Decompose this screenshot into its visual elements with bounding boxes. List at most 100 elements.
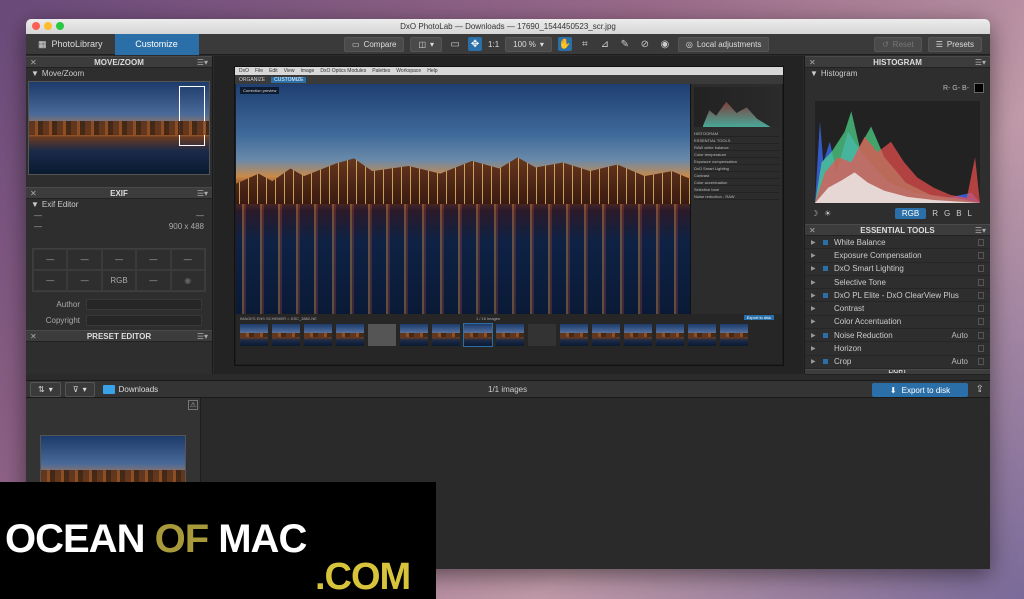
local-adjustments-button[interactable]: ◎ Local adjustments: [677, 36, 770, 52]
close-icon[interactable]: ✕: [30, 58, 37, 67]
triangle-right-icon[interactable]: ▶: [811, 318, 821, 325]
reset-button[interactable]: ↺ Reset: [874, 36, 922, 52]
tool-row[interactable]: ▶ Exposure Compensation: [805, 249, 990, 263]
tool-enable-checkbox[interactable]: [821, 252, 829, 259]
tool-preset-icon[interactable]: [978, 345, 984, 353]
triangle-right-icon[interactable]: ▶: [811, 279, 821, 286]
tool-preset-icon[interactable]: [978, 318, 984, 326]
filter-dropdown[interactable]: ⊽ ▾: [64, 381, 95, 397]
triangle-right-icon[interactable]: ▶: [811, 292, 821, 299]
eye-icon[interactable]: ◉: [658, 37, 672, 51]
zoom-one-label[interactable]: 1:1: [488, 40, 499, 49]
split-view-dropdown[interactable]: ◫ ▾: [410, 36, 443, 52]
tab-customize[interactable]: Customize: [114, 33, 199, 55]
tool-enable-checkbox[interactable]: [821, 332, 829, 339]
channel-r-button[interactable]: R: [932, 209, 938, 218]
triangle-right-icon[interactable]: ▶: [811, 252, 821, 259]
close-icon[interactable]: ✕: [30, 332, 37, 341]
channel-b-button[interactable]: B: [956, 209, 961, 218]
panel-menu-icon[interactable]: ☰▾: [975, 226, 986, 235]
tool-preset-icon[interactable]: [978, 331, 984, 339]
tab-photolibrary[interactable]: ▦ PhotoLibrary: [26, 34, 115, 55]
export-to-disk-button[interactable]: ⬇ Export to disk: [872, 383, 968, 397]
tool-enable-checkbox[interactable]: [821, 239, 829, 246]
panel-menu-icon[interactable]: ☰▾: [197, 189, 208, 198]
histogram-subheader[interactable]: ▼ Histogram: [805, 68, 990, 79]
inner-thumb: [432, 324, 460, 346]
tool-row[interactable]: ▶ Noise Reduction Auto: [805, 329, 990, 343]
tab-customize-label: Customize: [135, 39, 178, 49]
tool-enable-checkbox[interactable]: [821, 265, 829, 272]
move-zoom-subheader[interactable]: ▼ Move/Zoom: [26, 68, 212, 79]
tool-preset-icon[interactable]: [978, 265, 984, 273]
panel-menu-icon[interactable]: ☰▾: [197, 58, 208, 67]
crop-icon[interactable]: ⌗: [578, 37, 592, 51]
triangle-right-icon[interactable]: ▶: [811, 239, 821, 246]
minimize-window-button[interactable]: [44, 22, 52, 30]
channel-rgb-button[interactable]: RGB: [894, 208, 927, 219]
inner-thumb: [272, 324, 300, 346]
close-icon[interactable]: ✕: [809, 58, 816, 67]
navigator-preview[interactable]: [28, 81, 210, 175]
highlight-clip-icon[interactable]: ☀: [824, 209, 831, 218]
tool-enable-checkbox[interactable]: [821, 305, 829, 312]
tool-preset-icon[interactable]: [978, 358, 984, 366]
tool-enable-checkbox[interactable]: [821, 279, 829, 286]
zoom-dropdown[interactable]: 100 % ▾: [505, 36, 552, 52]
inner-export-button: Export to disk: [743, 315, 774, 320]
panel-menu-icon[interactable]: ☰▾: [197, 332, 208, 341]
copyright-field[interactable]: [86, 314, 202, 326]
tool-preset-icon[interactable]: [978, 251, 984, 259]
preset-editor-header[interactable]: ✕ PRESET EDITOR ☰▾: [26, 330, 212, 342]
triangle-right-icon[interactable]: ▶: [811, 305, 821, 312]
eyedropper-icon[interactable]: ✎: [618, 37, 632, 51]
folder-breadcrumb[interactable]: Downloads: [102, 384, 158, 394]
tool-row[interactable]: ▶ Selective Tone: [805, 276, 990, 290]
move-zoom-header[interactable]: ✕ MOVE/ZOOM ☰▾: [26, 56, 212, 68]
presets-button[interactable]: ☰ Presets: [927, 36, 982, 52]
tool-row[interactable]: ▶ DxO PL Elite - DxO ClearView Plus: [805, 289, 990, 303]
close-window-button[interactable]: [32, 22, 40, 30]
horizon-icon[interactable]: ⊿: [598, 37, 612, 51]
panel-menu-icon[interactable]: ☰▾: [975, 58, 986, 67]
tool-enable-checkbox[interactable]: [821, 292, 829, 299]
repair-icon[interactable]: ⊘: [638, 37, 652, 51]
tool-preset-icon[interactable]: [978, 238, 984, 246]
tool-row[interactable]: ▶ DxO Smart Lighting: [805, 263, 990, 276]
tool-row[interactable]: ▶ Contrast: [805, 302, 990, 316]
triangle-right-icon[interactable]: ▶: [811, 332, 821, 339]
share-icon[interactable]: ⇪: [976, 384, 984, 395]
tool-row[interactable]: ▶ Crop Auto: [805, 356, 990, 369]
exif-header[interactable]: ✕ EXIF ☰▾: [26, 187, 212, 199]
light-header[interactable]: LIGHT: [805, 368, 990, 375]
zoom-window-button[interactable]: [56, 22, 64, 30]
close-icon[interactable]: ✕: [809, 226, 816, 235]
channel-l-button[interactable]: L: [968, 209, 972, 218]
compare-button[interactable]: ▭ Compare: [344, 36, 405, 52]
triangle-right-icon[interactable]: ▶: [811, 265, 821, 272]
image-viewer[interactable]: DxO File Edit View Image DxO Optics Modu…: [214, 56, 803, 374]
triangle-right-icon[interactable]: ▶: [811, 345, 821, 352]
tool-preset-icon[interactable]: [978, 305, 984, 313]
histogram-header[interactable]: ✕ HISTOGRAM ☰▾: [805, 56, 990, 68]
tool-row[interactable]: ▶ White Balance: [805, 236, 990, 250]
tool-enable-checkbox[interactable]: [821, 318, 829, 325]
fit-screen-icon[interactable]: ▭: [448, 37, 462, 51]
shadow-clip-icon[interactable]: ☽: [811, 209, 818, 218]
hand-tool-icon[interactable]: ✋: [557, 37, 572, 51]
triangle-right-icon[interactable]: ▶: [811, 358, 821, 365]
sort-dropdown[interactable]: ⇅ ▾: [30, 381, 61, 397]
exif-subheader[interactable]: ▼ Exif Editor: [26, 199, 212, 210]
move-icon[interactable]: ✥: [468, 37, 483, 51]
tool-row[interactable]: ▶ Color Accentuation: [805, 316, 990, 330]
tool-preset-icon[interactable]: [978, 278, 984, 286]
essential-tools-header[interactable]: ✕ ESSENTIAL TOOLS ☰▾: [805, 224, 990, 236]
navigator-viewport[interactable]: [179, 86, 205, 146]
channel-g-button[interactable]: G: [944, 209, 950, 218]
tool-enable-checkbox[interactable]: [821, 358, 829, 365]
author-field[interactable]: [86, 298, 202, 310]
tool-row[interactable]: ▶ Horizon: [805, 342, 990, 356]
close-icon[interactable]: ✕: [30, 189, 37, 198]
tool-enable-checkbox[interactable]: [821, 345, 829, 352]
tool-preset-icon[interactable]: [978, 291, 984, 299]
